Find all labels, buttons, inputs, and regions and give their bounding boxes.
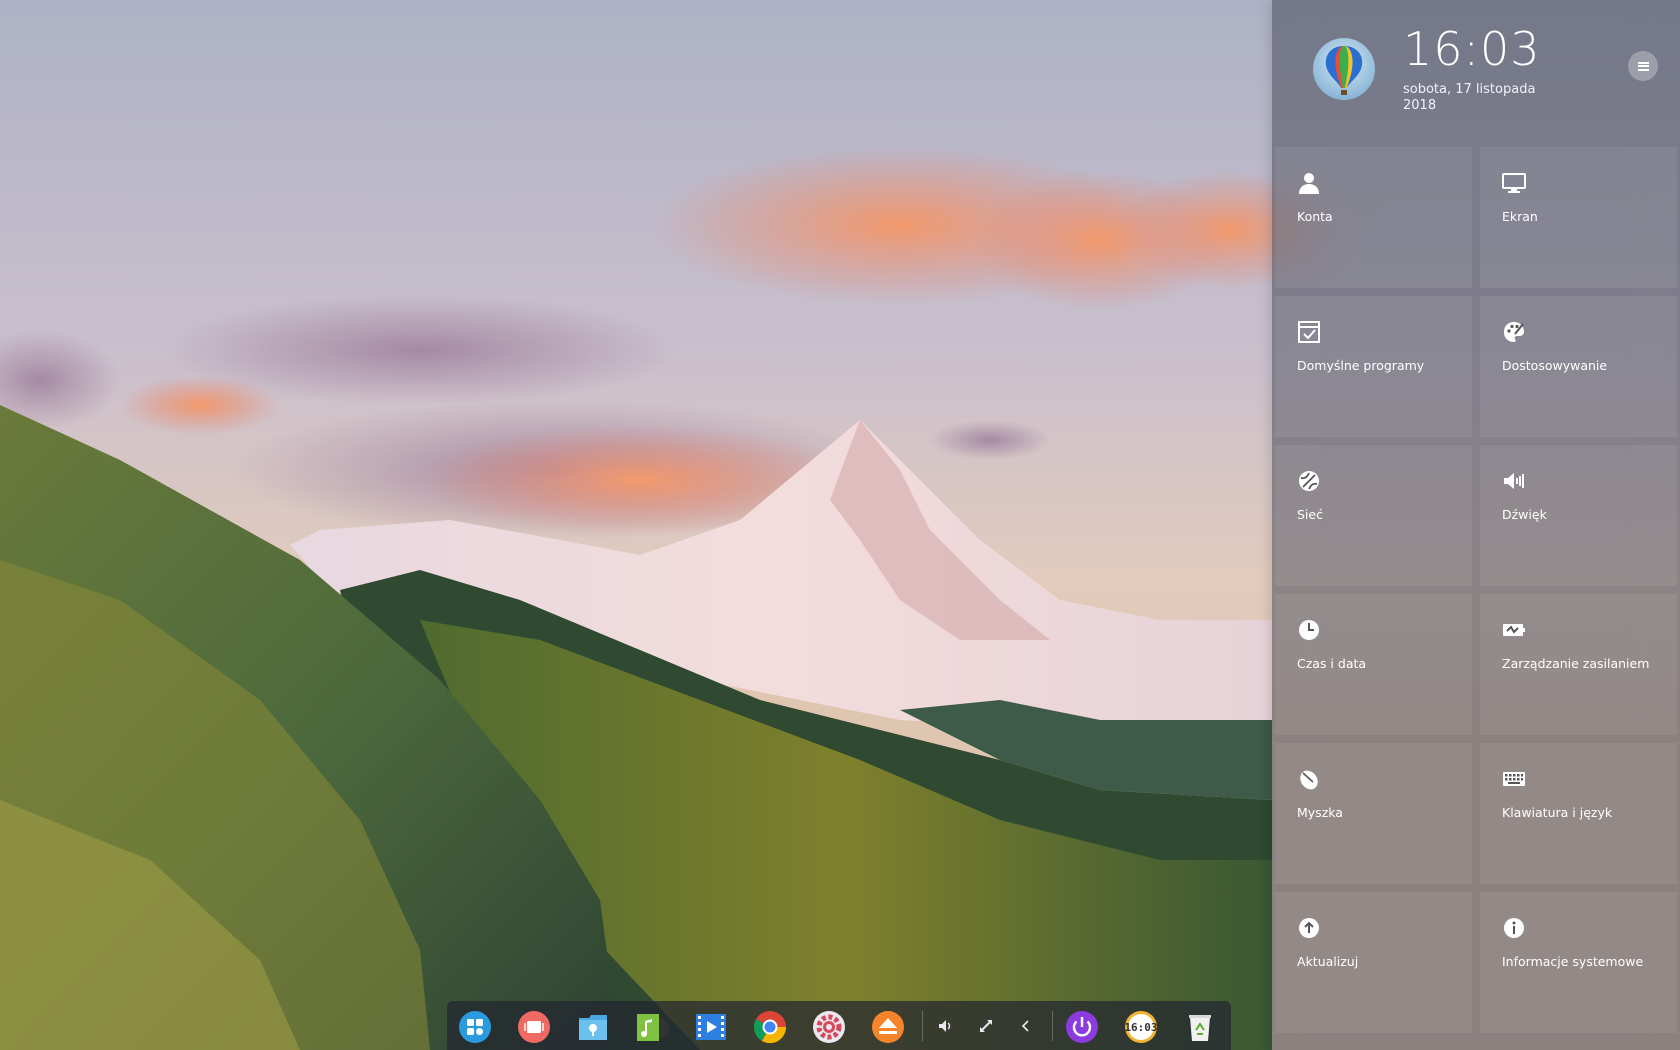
tile-accounts[interactable]: Konta — [1275, 147, 1472, 288]
tray-volume[interactable] — [934, 1014, 958, 1038]
tile-system-info[interactable]: Informacje systemowe — [1480, 892, 1677, 1033]
battery-icon — [1503, 624, 1525, 636]
clock-icon — [1299, 620, 1319, 640]
dock-movie[interactable] — [693, 1009, 729, 1045]
tile-keyboard-language[interactable]: Klawiatura i język — [1480, 743, 1677, 884]
dock-file-manager[interactable] — [575, 1009, 611, 1045]
tray-network[interactable] — [974, 1014, 998, 1038]
tile-sound[interactable]: Dźwięk — [1480, 445, 1677, 586]
volume-icon — [939, 1020, 951, 1032]
keyboard-icon — [1503, 772, 1525, 786]
chevron-left-icon — [1021, 1020, 1029, 1032]
settings-grid: Konta Ekran Domyślne programy Dostosowyw… — [1275, 147, 1677, 1033]
tile-label: Informacje systemowe — [1502, 954, 1644, 969]
mouse-icon — [1300, 770, 1318, 790]
control-center-panel: 16:03 sobota, 17 listopada 2018 Konta Ek… — [1272, 0, 1680, 1050]
hot-air-balloon-icon — [1325, 46, 1363, 95]
launcher-icon — [459, 1011, 491, 1043]
tile-label: Klawiatura i język — [1502, 805, 1613, 820]
eject-icon — [872, 1011, 904, 1043]
dock: 16:03 — [447, 1001, 1231, 1050]
movie-icon — [696, 1014, 726, 1040]
dock-separator — [1052, 1011, 1053, 1041]
date-weekday-day-month: sobota, 17 listopada — [1403, 82, 1536, 97]
dock-power[interactable] — [1064, 1009, 1100, 1045]
music-icon — [637, 1014, 669, 1041]
tile-label: Dźwięk — [1502, 507, 1547, 522]
network-globe-icon — [1299, 471, 1319, 491]
dock-trash[interactable] — [1182, 1009, 1218, 1045]
tile-label: Sieć — [1297, 507, 1323, 522]
desktop: 16:03 sobota, 17 listopada 2018 Konta Ek… — [0, 0, 1680, 1050]
network-icon — [980, 1020, 992, 1032]
hamburger-icon — [1637, 61, 1649, 71]
settings-gear-icon — [813, 1011, 845, 1043]
user-icon — [1299, 173, 1319, 194]
tile-label: Konta — [1297, 209, 1333, 224]
tray-collapse[interactable] — [1014, 1014, 1038, 1038]
dock-clock-text: 16:03 — [1124, 1020, 1158, 1034]
tile-personalization[interactable]: Dostosowywanie — [1480, 296, 1677, 437]
tile-label: Ekran — [1502, 209, 1538, 224]
update-icon — [1299, 918, 1319, 938]
folder-icon — [579, 1015, 607, 1040]
monitor-icon — [1502, 173, 1526, 193]
dock-separator — [922, 1011, 923, 1041]
power-icon — [1066, 1011, 1098, 1043]
tile-label: Zarządzanie zasilaniem — [1502, 656, 1650, 671]
tile-label: Dostosowywanie — [1502, 358, 1608, 373]
control-center-header: 16:03 sobota, 17 listopada 2018 — [1272, 0, 1680, 140]
date-year: 2018 — [1403, 98, 1437, 113]
dock-chrome[interactable] — [752, 1009, 788, 1045]
menu-button[interactable] — [1628, 51, 1658, 81]
tile-update[interactable]: Aktualizuj — [1275, 892, 1472, 1033]
info-icon — [1504, 918, 1524, 938]
dock-clock[interactable]: 16:03 — [1123, 1009, 1159, 1045]
tile-label: Aktualizuj — [1297, 954, 1359, 969]
tile-time-date[interactable]: Czas i data — [1275, 594, 1472, 735]
speaker-icon — [1504, 473, 1524, 489]
dock-music[interactable] — [634, 1009, 670, 1045]
dock-installer[interactable] — [870, 1009, 906, 1045]
tile-label: Domyślne programy — [1297, 358, 1425, 373]
avatar[interactable] — [1313, 38, 1375, 100]
dock-multitasking[interactable] — [516, 1009, 552, 1045]
dock-settings[interactable] — [811, 1009, 847, 1045]
multitasking-icon — [518, 1011, 550, 1043]
tile-label: Czas i data — [1297, 656, 1367, 671]
default-apps-icon — [1298, 321, 1320, 343]
tile-power-management[interactable]: Zarządzanie zasilaniem — [1480, 594, 1677, 735]
tile-default-apps[interactable]: Domyślne programy — [1275, 296, 1472, 437]
chrome-icon — [753, 1011, 787, 1044]
clock-time: 16:03 — [1403, 22, 1541, 76]
tile-network[interactable]: Sieć — [1275, 445, 1472, 586]
tile-mouse[interactable]: Myszka — [1275, 743, 1472, 884]
palette-icon — [1504, 322, 1524, 342]
tile-label: Myszka — [1297, 805, 1343, 820]
dock-launcher[interactable] — [457, 1009, 493, 1045]
tile-display[interactable]: Ekran — [1480, 147, 1677, 288]
trash-icon — [1189, 1015, 1211, 1041]
